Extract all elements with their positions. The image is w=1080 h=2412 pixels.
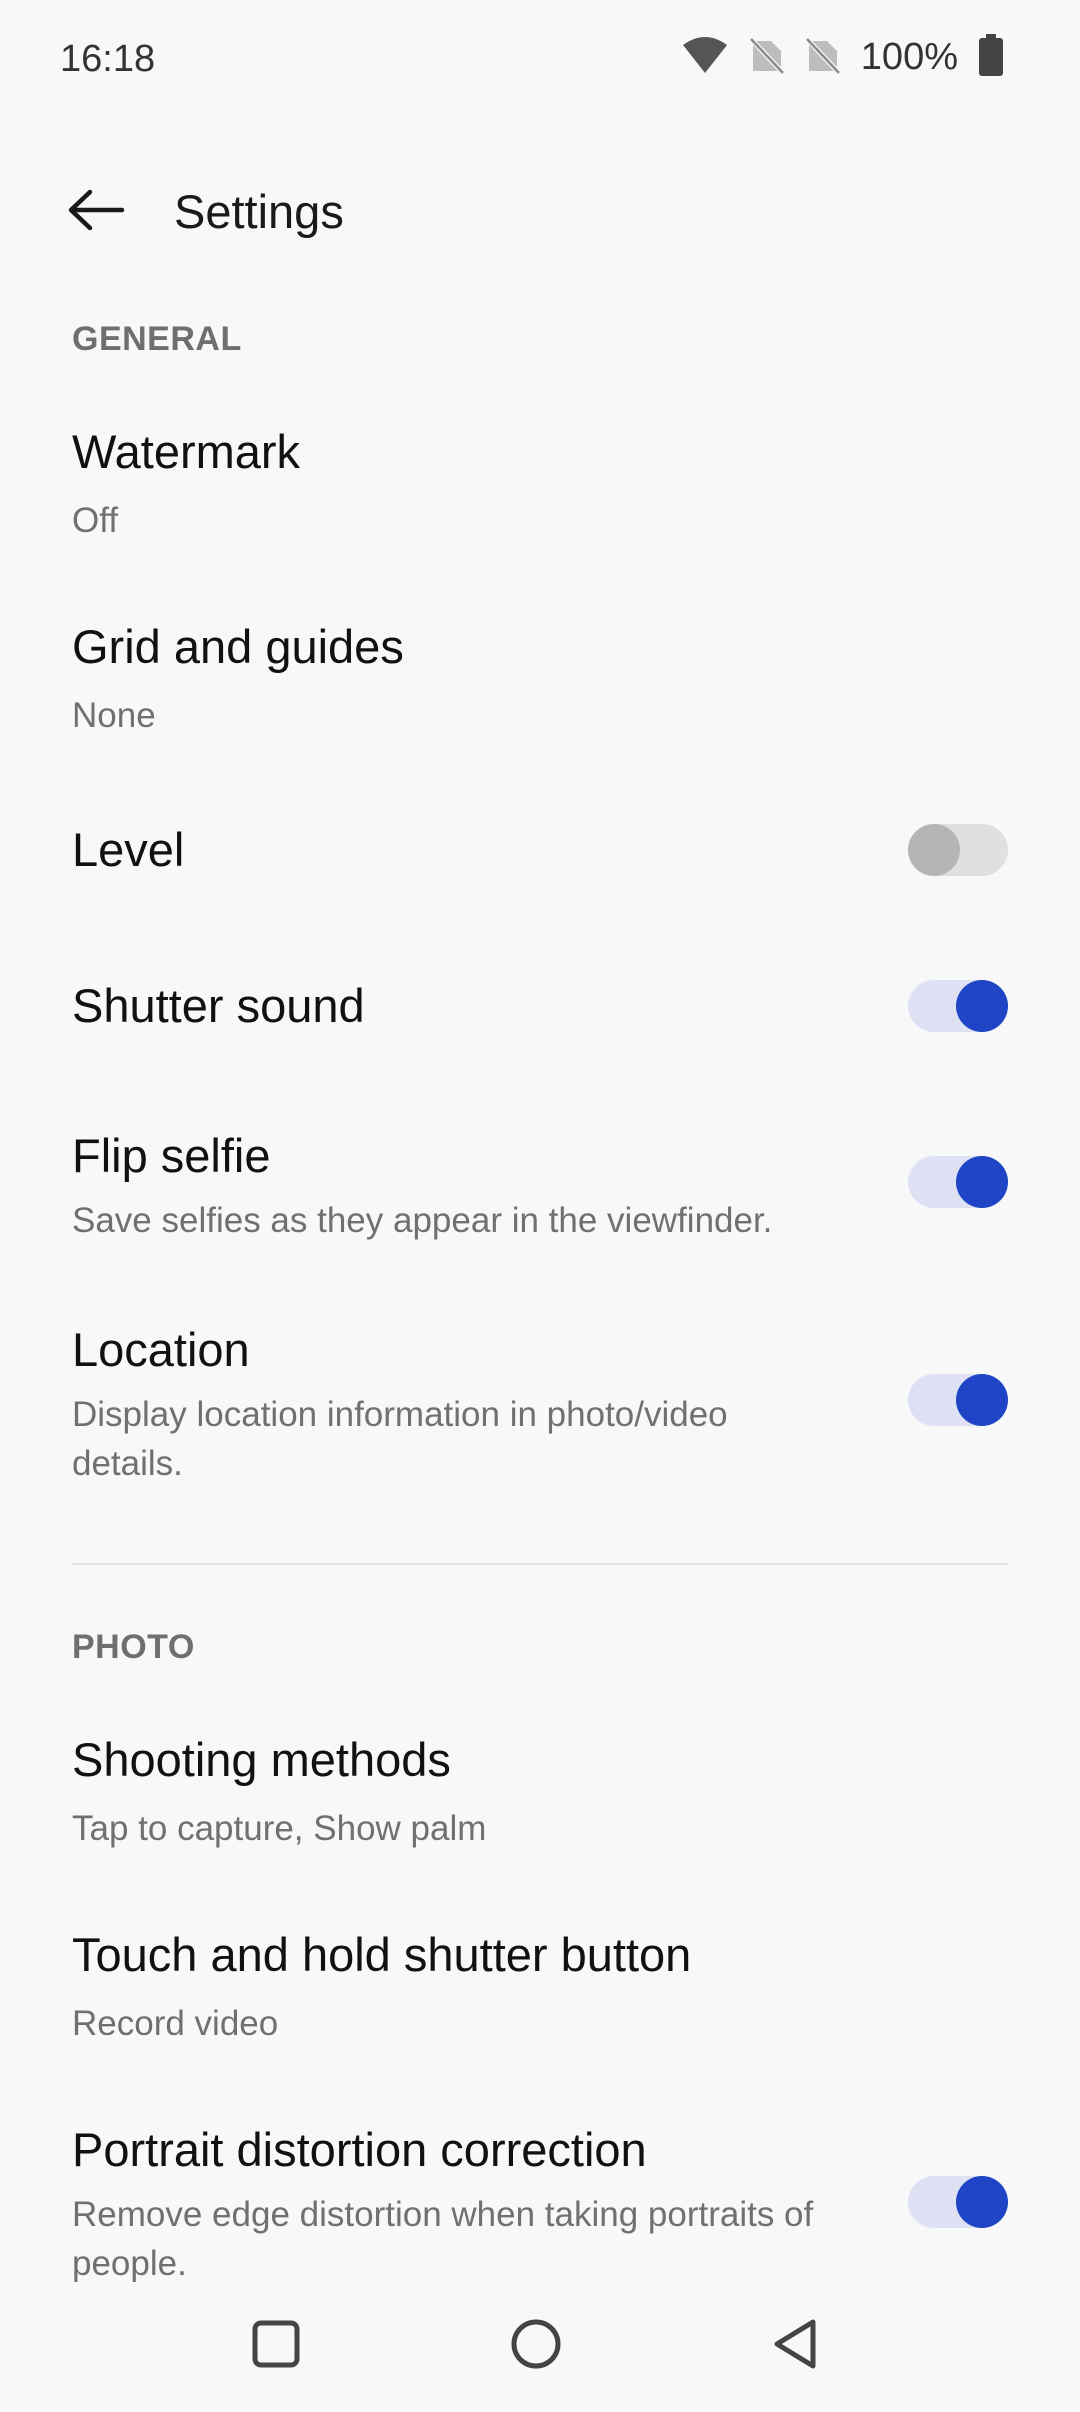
flip-selfie-toggle[interactable] <box>908 1156 1008 1208</box>
battery-full-icon <box>978 34 1004 81</box>
setting-value: None <box>72 696 156 735</box>
setting-title: Touch and hold shutter button <box>72 1928 692 1981</box>
portrait-distortion-toggle[interactable] <box>908 2176 1008 2228</box>
setting-title: Level <box>72 823 185 876</box>
setting-title: Location <box>72 1323 250 1376</box>
page-title: Settings <box>174 185 344 238</box>
recents-square-icon <box>250 2318 302 2375</box>
arrow-left-icon <box>66 188 126 237</box>
location-toggle[interactable] <box>908 1374 1008 1426</box>
setting-description: Remove edge distortion when taking portr… <box>72 2195 814 2282</box>
system-navigation-bar <box>0 2282 1080 2412</box>
toggle-thumb <box>956 2176 1008 2228</box>
shutter-sound-toggle[interactable] <box>908 980 1008 1032</box>
toggle-thumb <box>956 1156 1008 1208</box>
wifi-icon <box>681 35 729 80</box>
home-button[interactable] <box>496 2306 576 2386</box>
setting-title: Shutter sound <box>72 979 365 1032</box>
status-bar: 16:18 100% <box>0 0 1080 124</box>
setting-portrait-distortion-correction[interactable]: Portrait distortion correction Remove ed… <box>0 2108 1080 2282</box>
setting-value: Record video <box>72 2004 279 2043</box>
section-divider <box>72 1563 1008 1565</box>
home-circle-icon <box>509 2317 563 2376</box>
toggle-thumb <box>956 1374 1008 1426</box>
setting-title: Flip selfie <box>72 1129 271 1182</box>
setting-value: Off <box>72 501 119 540</box>
content-viewport: 16:18 100% Settings GENERAL Watermark Of… <box>0 0 1080 2282</box>
section-header-photo: PHOTO <box>72 1628 195 1666</box>
level-toggle[interactable] <box>908 824 1008 876</box>
setting-location[interactable]: Location Display location information in… <box>0 1308 1080 1508</box>
section-header-general: GENERAL <box>72 320 242 358</box>
no-sim-icon <box>748 35 785 80</box>
setting-title: Shooting methods <box>72 1733 451 1786</box>
setting-watermark[interactable]: Watermark Off <box>0 410 1080 580</box>
setting-shutter-sound[interactable]: Shutter sound <box>0 956 1080 1056</box>
setting-shooting-methods[interactable]: Shooting methods Tap to capture, Show pa… <box>0 1718 1080 1888</box>
setting-title: Portrait distortion correction <box>72 2123 647 2176</box>
status-icons: 100% <box>681 34 1004 81</box>
setting-value: Tap to capture, Show palm <box>72 1809 487 1848</box>
camera-settings-screen: 16:18 100% Settings GENERAL Watermark Of… <box>0 0 1080 2412</box>
setting-level[interactable]: Level <box>0 800 1080 900</box>
setting-touch-hold-shutter[interactable]: Touch and hold shutter button Record vid… <box>0 1913 1080 2083</box>
top-app-bar: Settings <box>0 160 1080 264</box>
no-sim-icon <box>804 35 841 80</box>
setting-flip-selfie[interactable]: Flip selfie Save selfies as they appear … <box>0 1114 1080 1274</box>
status-time: 16:18 <box>60 38 156 80</box>
recents-button[interactable] <box>236 2306 316 2386</box>
setting-description: Save selfies as they appear in the viewf… <box>72 1201 773 1240</box>
back-nav-button[interactable] <box>756 2306 836 2386</box>
toggle-thumb <box>956 980 1008 1032</box>
setting-title: Watermark <box>72 425 301 478</box>
back-button[interactable] <box>56 180 136 244</box>
setting-description: Display location information in photo/vi… <box>72 1395 728 1483</box>
toggle-thumb <box>908 824 960 876</box>
back-triangle-icon <box>769 2317 823 2376</box>
setting-grid-and-guides[interactable]: Grid and guides None <box>0 605 1080 775</box>
battery-percent: 100% <box>860 36 958 78</box>
setting-title: Grid and guides <box>72 620 404 673</box>
